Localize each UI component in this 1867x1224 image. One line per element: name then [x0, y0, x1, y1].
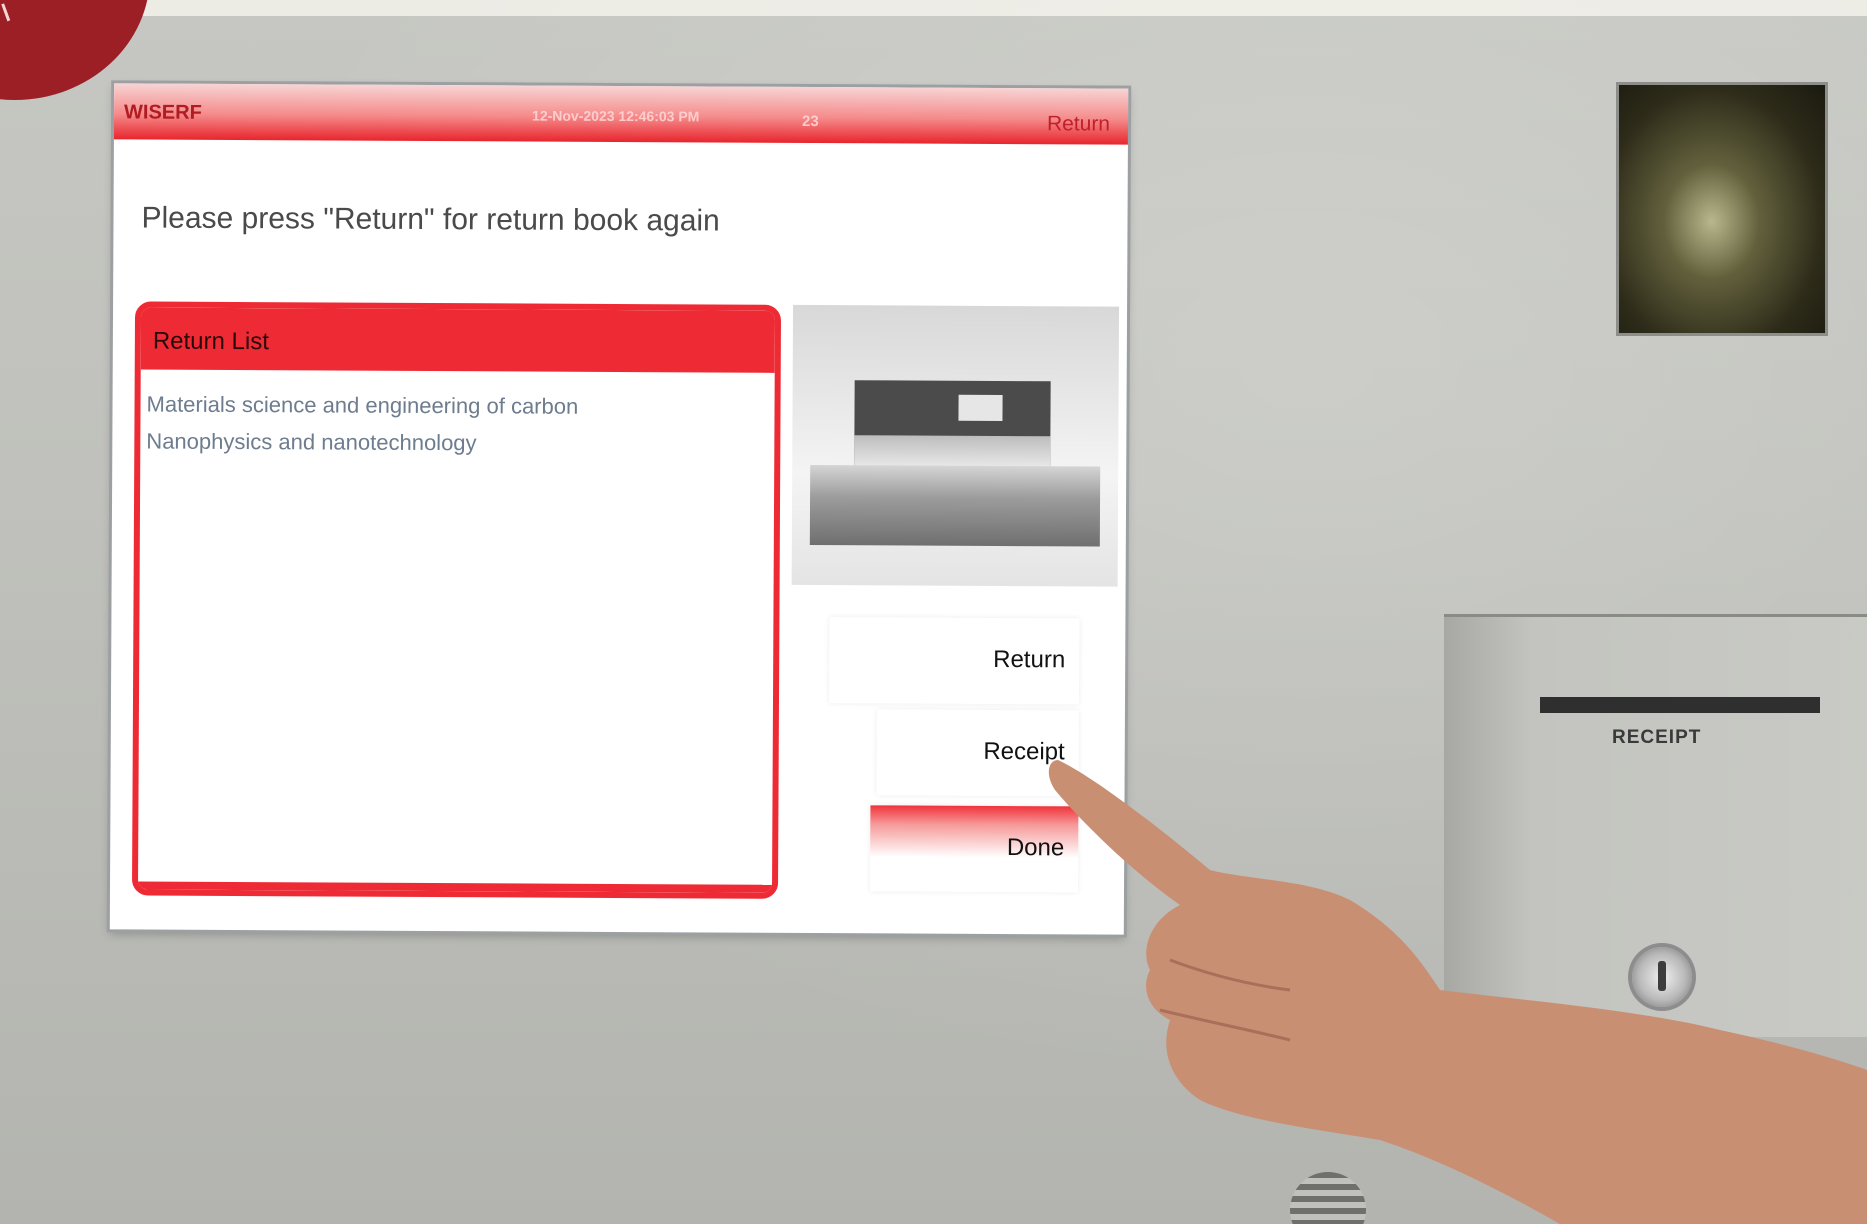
lock-icon [1632, 947, 1692, 1007]
return-list-panel: Return List Materials science and engine… [131, 301, 782, 899]
list-item: Materials science and engineering of car… [146, 391, 579, 419]
bin-slot [958, 394, 1003, 422]
camera-window [1616, 82, 1828, 336]
timeout-counter: 23 [801, 112, 819, 131]
receipt-slot-label: RECEIPT [1612, 727, 1702, 748]
kiosk-topbar: WISERF 12-Nov-2023 12:46:03 PM 23 Return [113, 83, 1129, 145]
list-item: Nanophysics and nanotechnology [146, 428, 477, 456]
kiosk-screen: WISERF 12-Nov-2023 12:46:03 PM 23 Return… [109, 83, 1129, 935]
instruction-text: Please press "Return" for return book ag… [141, 201, 720, 238]
brand-logo: WISERF [124, 101, 202, 124]
done-button[interactable]: Done [870, 805, 1079, 893]
receipt-printer-panel: RECEIPT [1444, 614, 1867, 1037]
return-list-header: Return List [140, 307, 776, 373]
corner-mark-icon [1, 0, 18, 22]
keyhole [1658, 961, 1666, 991]
return-button[interactable]: Return [828, 617, 1080, 705]
return-list-footer [138, 881, 773, 893]
return-list-items: Materials science and engineering of car… [146, 386, 578, 462]
return-list-title: Return List [152, 327, 270, 356]
header-return-link[interactable]: Return [1047, 112, 1110, 136]
receipt-button[interactable]: Receipt [876, 709, 1079, 797]
bin-tray [809, 465, 1101, 547]
datetime-display: 12-Nov-2023 12:46:03 PM [532, 107, 700, 125]
kiosk-photo: WISERF 12-Nov-2023 12:46:03 PM 23 Return… [0, 0, 1867, 1224]
return-bin-illustration [791, 304, 1120, 587]
receipt-slot[interactable] [1540, 697, 1820, 713]
